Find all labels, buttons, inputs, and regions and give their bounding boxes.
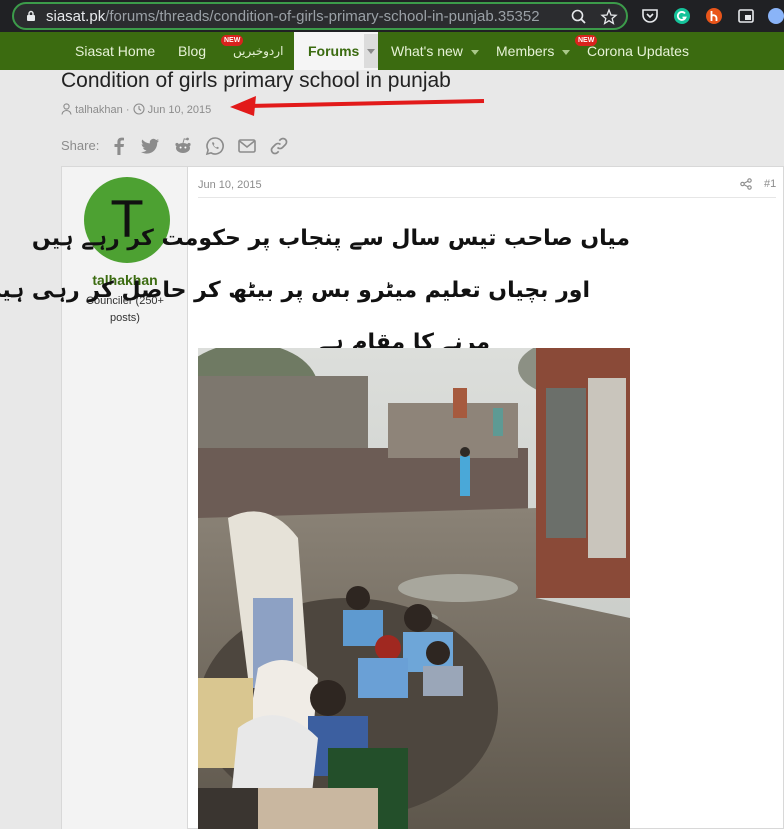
- reddit-icon[interactable]: [173, 136, 193, 156]
- post-number-link[interactable]: #1: [764, 178, 776, 190]
- nav-siasat-home[interactable]: Siasat Home: [75, 32, 155, 70]
- meta-separator: ·: [125, 104, 130, 116]
- url-path: /forums/threads/condition-of-girls-prima…: [105, 8, 540, 25]
- divider: [198, 197, 776, 198]
- nav-label: اردوخبریں: [233, 44, 284, 58]
- browser-toolbar: siasat.pk/forums/threads/condition-of-gi…: [0, 0, 784, 32]
- honey-extension-icon[interactable]: [704, 6, 724, 26]
- thread-date-link[interactable]: Jun 10, 2015: [148, 104, 212, 116]
- urdu-caption: میاں صاحب تیس سال سے پنجاب پر حکومت کر ر…: [0, 213, 630, 369]
- url-host: siasat.pk: [46, 8, 106, 25]
- email-icon[interactable]: [237, 136, 257, 156]
- urdu-line: میاں صاحب تیس سال سے پنجاب پر حکومت کر ر…: [31, 226, 630, 251]
- nav-corona-updates[interactable]: Corona Updates: [587, 32, 689, 70]
- nav-label: Forums: [308, 43, 360, 59]
- twitter-icon[interactable]: [140, 136, 160, 156]
- clock-icon: [133, 103, 145, 115]
- address-bar[interactable]: siasat.pk/forums/threads/condition-of-gi…: [12, 2, 628, 30]
- whatsapp-icon[interactable]: [205, 136, 225, 156]
- annotation-arrow: [230, 96, 485, 116]
- site-nav: Siasat Home Blog اردوخبریں NEW Forums Wh…: [0, 32, 784, 70]
- chevron-down-icon[interactable]: [470, 49, 479, 55]
- thread-author-link[interactable]: talhakhan: [75, 104, 123, 116]
- nav-label: Siasat Home: [75, 43, 156, 59]
- profile-avatar-icon[interactable]: [766, 6, 784, 26]
- nav-whats-new[interactable]: What's new: [391, 32, 479, 70]
- new-badge: NEW: [221, 35, 244, 46]
- tab-manager-icon[interactable]: [736, 6, 756, 26]
- share-icon[interactable]: [740, 178, 752, 190]
- pocket-icon[interactable]: [640, 6, 660, 26]
- lock-icon: [27, 10, 35, 21]
- page-title: Condition of girls primary school in pun…: [61, 69, 451, 92]
- chevron-down-icon[interactable]: [562, 49, 571, 55]
- grammarly-icon[interactable]: [672, 6, 692, 26]
- nav-label: Members: [496, 43, 555, 59]
- bookmark-star-icon[interactable]: [600, 8, 618, 26]
- nav-members[interactable]: Members: [496, 32, 571, 70]
- post-date[interactable]: Jun 10, 2015: [198, 179, 262, 191]
- thread-meta: talhakhan · Jun 10, 2015: [61, 103, 211, 116]
- link-icon[interactable]: [269, 136, 289, 156]
- urdu-line: اور بچیاں تعلیم میٹرو بس پر بیٹھ کر حاصل…: [0, 278, 590, 303]
- url-text[interactable]: siasat.pk/forums/threads/condition-of-gi…: [46, 8, 556, 26]
- post-photo[interactable]: [198, 348, 630, 829]
- nav-label: Corona Updates: [587, 43, 689, 59]
- forums-dropdown-toggle[interactable]: [364, 34, 378, 68]
- nav-label: Blog: [178, 43, 207, 59]
- share-label: Share:: [61, 138, 100, 153]
- nav-label: What's new: [391, 43, 463, 59]
- zoom-icon[interactable]: [570, 8, 588, 26]
- post: T talhakhan Counciler (250+ posts) Jun 1…: [0, 166, 784, 829]
- user-icon: [61, 103, 72, 115]
- nav-forums[interactable]: Forums: [294, 32, 378, 70]
- nav-blog[interactable]: Blog: [178, 32, 206, 70]
- new-badge: NEW: [575, 35, 598, 46]
- facebook-icon[interactable]: [109, 136, 129, 156]
